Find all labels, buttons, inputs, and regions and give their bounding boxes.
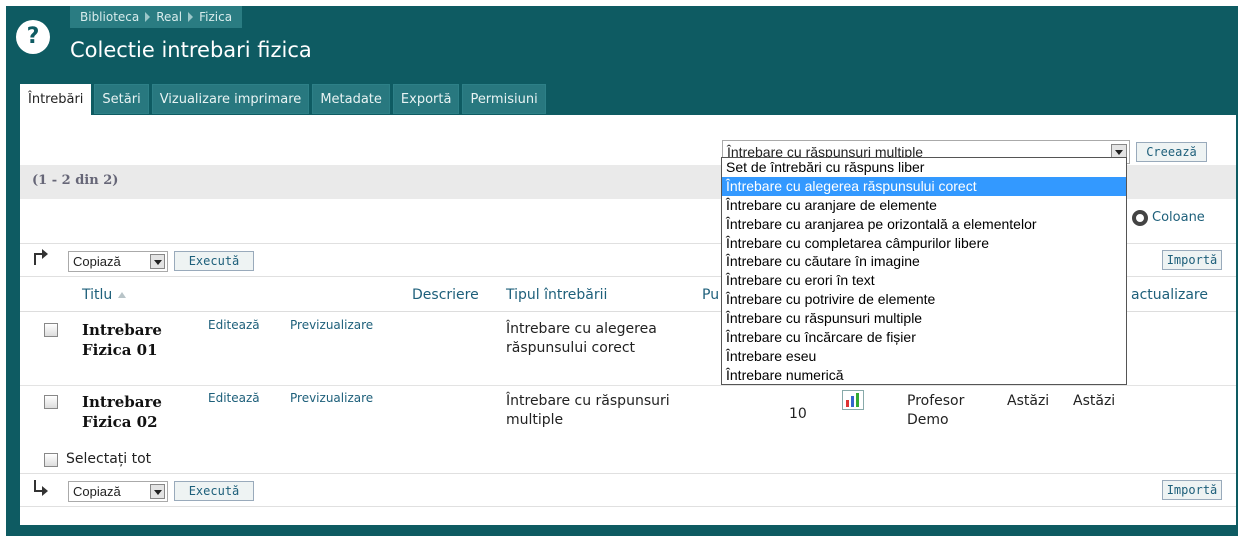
table-row: Intrebare Fizica 02 Editează Previzualiz… — [20, 386, 1236, 444]
tab-metadate[interactable]: Metadate — [312, 84, 390, 114]
arrow-corner-icon — [34, 249, 48, 265]
edit-link[interactable]: Editează — [208, 318, 260, 332]
tab-bar: Întrebări Setări Vizualizare imprimare M… — [20, 84, 549, 116]
dropdown-option[interactable]: Întrebare numerică — [722, 366, 1126, 385]
dropdown-option[interactable]: Întrebare cu completarea câmpurilor libe… — [722, 234, 1126, 253]
question-created: Astăzi — [1007, 393, 1050, 409]
breadcrumb-biblioteca[interactable]: Biblioteca — [76, 10, 143, 24]
tab-vizualizare-imprimare[interactable]: Vizualizare imprimare — [151, 84, 310, 114]
dropdown-option[interactable]: Întrebare cu căutare în imagine — [722, 252, 1126, 271]
question-points: 10 — [789, 406, 807, 422]
bulk-action-value: Copiază — [73, 254, 121, 269]
result-count: (1 - 2 din 2) — [32, 173, 119, 188]
breadcrumb-fizica[interactable]: Fizica — [195, 10, 236, 24]
sort-icon[interactable] — [118, 292, 127, 298]
edit-link[interactable]: Editează — [208, 391, 260, 405]
column-header-last-update[interactable]: actualizare — [1131, 287, 1208, 303]
create-button[interactable]: Creează — [1136, 142, 1207, 162]
column-header-title-label: Titlu — [82, 287, 113, 303]
question-type-dropdown: Set de întrebări cu răspuns liber Întreb… — [721, 157, 1127, 385]
bottom-toolbar: Copiază Execută Importă — [20, 473, 1236, 507]
select-all-checkbox[interactable] — [44, 453, 58, 467]
question-author: Profesor Demo — [907, 393, 965, 428]
row-checkbox[interactable] — [44, 323, 58, 337]
bulk-action-select[interactable]: Copiază — [68, 481, 168, 502]
dropdown-option[interactable]: Întrebare cu aranjare de elemente — [722, 196, 1126, 215]
dropdown-option[interactable]: Întrebare cu aranjarea pe orizontală a e… — [722, 215, 1126, 234]
select-all-label: Selectați tot — [66, 451, 152, 467]
chevron-right-icon — [188, 12, 194, 22]
dropdown-option[interactable]: Întrebare cu alegerea răspunsului corect — [722, 176, 1126, 196]
question-title[interactable]: Intrebare Fizica 01 — [82, 320, 182, 360]
preview-link[interactable]: Previzualizare — [290, 318, 373, 332]
question-type: Întrebare cu alegerea răspunsului corect — [506, 321, 657, 356]
chevron-down-icon[interactable] — [150, 254, 165, 269]
row-checkbox[interactable] — [44, 395, 58, 409]
execute-button[interactable]: Execută — [174, 481, 254, 501]
tab-setari[interactable]: Setări — [94, 84, 149, 114]
dropdown-option[interactable]: Întrebare cu răspunsuri multiple — [722, 309, 1126, 328]
dropdown-option[interactable]: Set de întrebări cu răspuns liber — [722, 158, 1126, 177]
chevron-down-icon[interactable] — [150, 484, 165, 499]
statistics-icon[interactable] — [842, 390, 864, 410]
column-header-points[interactable]: Pu — [702, 287, 719, 303]
bulk-action-select[interactable]: Copiază — [68, 251, 168, 272]
help-icon[interactable]: ? — [16, 20, 50, 54]
question-type: Întrebare cu răspunsuri multiple — [506, 393, 670, 428]
tab-exporta[interactable]: Exportă — [392, 84, 460, 114]
execute-button[interactable]: Execută — [174, 251, 254, 271]
preview-link[interactable]: Previzualizare — [290, 391, 373, 405]
column-header-title[interactable]: Titlu — [82, 287, 127, 303]
dropdown-option[interactable]: Întrebare eseu — [722, 347, 1126, 366]
tab-intrebari[interactable]: Întrebări — [20, 84, 92, 116]
tab-permisiuni[interactable]: Permisiuni — [462, 84, 546, 114]
column-header-type[interactable]: Tipul întrebării — [506, 287, 607, 303]
column-header-description[interactable]: Descriere — [412, 287, 479, 303]
question-title[interactable]: Intrebare Fizica 02 — [82, 392, 182, 432]
chevron-right-icon — [145, 12, 151, 22]
import-button[interactable]: Importă — [1162, 480, 1222, 500]
bulk-action-value: Copiază — [73, 484, 121, 499]
columns-link[interactable]: Coloane — [1152, 210, 1205, 225]
page-title: Colectie intrebari fizica — [70, 38, 312, 62]
question-updated: Astăzi — [1073, 393, 1116, 409]
dropdown-option[interactable]: Întrebare cu încărcare de fișier — [722, 328, 1126, 347]
import-button[interactable]: Importă — [1162, 250, 1222, 270]
breadcrumb-real[interactable]: Real — [152, 10, 186, 24]
gear-icon[interactable] — [1132, 210, 1148, 226]
dropdown-option[interactable]: Întrebare cu potrivire de elemente — [722, 290, 1126, 309]
dropdown-option[interactable]: Întrebare cu erori în text — [722, 271, 1126, 290]
arrow-corner-icon — [34, 480, 48, 496]
breadcrumb: Biblioteca Real Fizica — [70, 6, 243, 28]
header: ? Biblioteca Real Fizica Colectie intreb… — [6, 6, 1238, 78]
